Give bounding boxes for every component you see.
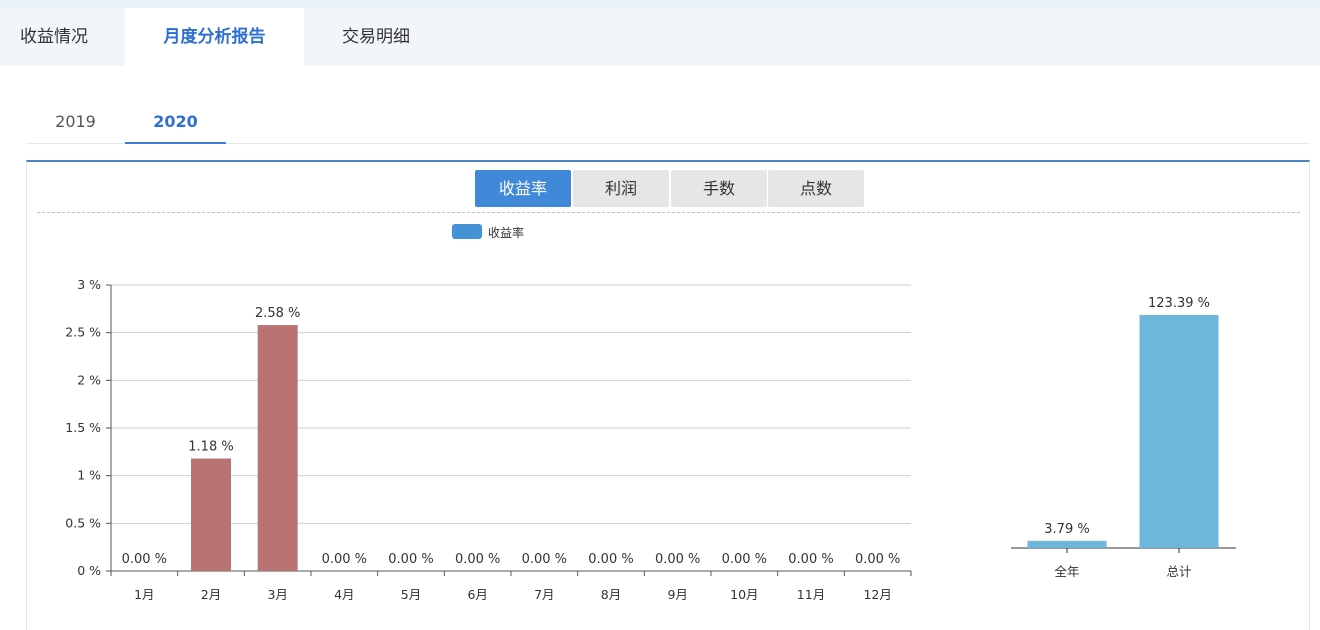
y-tick-label: 0 %: [77, 563, 101, 578]
legend-label: 收益率: [488, 225, 524, 240]
summary-x-tick-label: 总计: [1166, 564, 1191, 579]
bar-value-label: 0.00 %: [322, 552, 367, 567]
bar: [191, 458, 231, 571]
x-tick-label: 11月: [797, 587, 825, 602]
bar-value-label: 0.00 %: [522, 552, 567, 567]
x-tick-label: 7月: [534, 587, 554, 602]
bar-value-label: 0.00 %: [388, 552, 433, 567]
bar-value-label: 0.00 %: [855, 552, 900, 567]
legend[interactable]: 收益率: [452, 224, 524, 240]
legend-swatch: [452, 224, 482, 239]
y-tick-label: 3 %: [77, 277, 101, 292]
y-tick-label: 2.5 %: [65, 325, 101, 340]
y-tick-label: 2 %: [77, 372, 101, 387]
x-tick-label: 6月: [467, 587, 487, 602]
y-tick-label: 1.5 %: [65, 420, 101, 435]
x-tick-label: 4月: [334, 587, 354, 602]
x-tick-label: 8月: [601, 587, 621, 602]
x-tick-label: 1月: [134, 587, 154, 602]
bar-value-label: 0.00 %: [788, 552, 833, 567]
summary-bar: [1027, 540, 1107, 548]
bar-value-label: 0.00 %: [655, 552, 700, 567]
summary-x-tick-label: 全年: [1054, 564, 1079, 579]
x-tick-label: 2月: [201, 587, 221, 602]
summary-bar: [1139, 315, 1219, 548]
summary-value-label: 123.39 %: [1148, 296, 1210, 311]
bar-value-label: 0.00 %: [455, 552, 500, 567]
bar-value-label: 2.58 %: [255, 306, 300, 321]
y-tick-label: 0.5 %: [65, 515, 101, 530]
x-tick-label: 9月: [667, 587, 687, 602]
y-tick-label: 1 %: [77, 468, 101, 483]
x-tick-label: 5月: [401, 587, 421, 602]
x-tick-label: 10月: [730, 587, 758, 602]
x-tick-label: 3月: [267, 587, 287, 602]
x-tick-label: 12月: [863, 587, 891, 602]
bar-value-label: 1.18 %: [188, 440, 233, 455]
bar-value-label: 0.00 %: [722, 552, 767, 567]
bar: [257, 325, 298, 571]
bar-value-label: 0.00 %: [588, 552, 633, 567]
summary-value-label: 3.79 %: [1044, 522, 1089, 537]
chart-canvas: 收益率 0 % 0.5 % 1 % 1.5 % 2 % 2.5 % 3 % 0.00 % 1月 1…: [65, 224, 1236, 602]
summary-bar-chart: 3.79 % 全年 123.39 % 总计: [1011, 296, 1236, 579]
bar-value-label: 0.00 %: [122, 552, 167, 567]
monthly-bar-chart: 0 % 0.5 % 1 % 1.5 % 2 % 2.5 % 3 % 0.00 % 1月 1.18 …: [65, 277, 912, 602]
